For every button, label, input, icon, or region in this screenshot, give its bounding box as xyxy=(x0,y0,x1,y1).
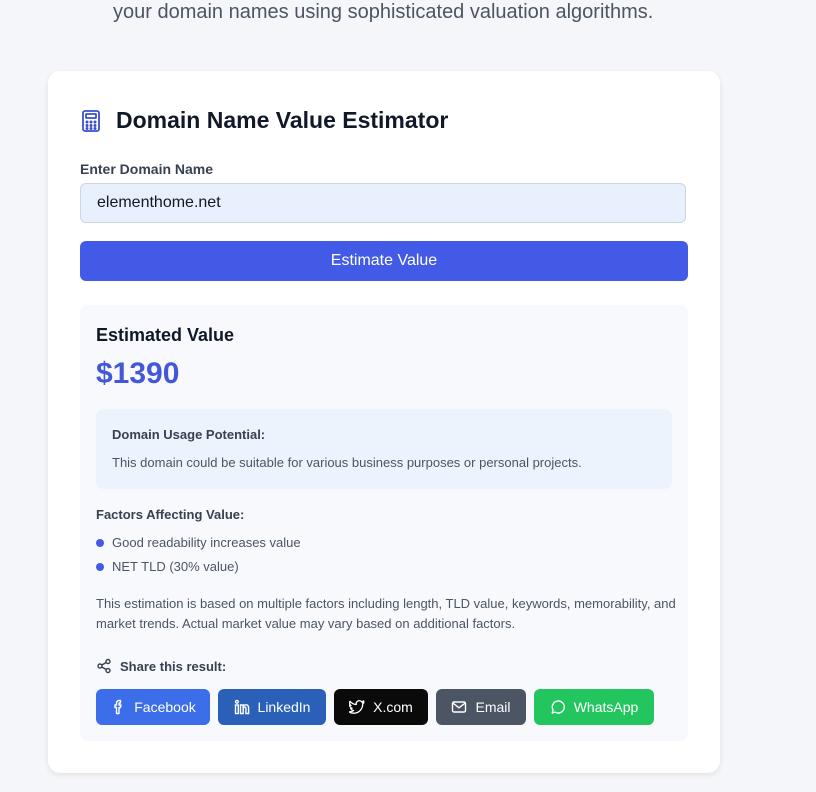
page-title: Domain Name Value Estimator xyxy=(116,107,449,133)
facebook-icon xyxy=(110,699,126,715)
twitter-icon xyxy=(349,699,365,715)
list-item: Good readability increases value xyxy=(96,535,301,550)
share-x-label: X.com xyxy=(373,699,413,715)
estimator-card: Domain Name Value Estimator Enter Domain… xyxy=(48,71,720,773)
estimation-note: This estimation is based on multiple fac… xyxy=(96,596,676,631)
share-facebook-button[interactable]: Facebook xyxy=(96,689,210,725)
factor-text: NET TLD (30% value) xyxy=(112,559,239,574)
share-linkedin-button[interactable]: LinkedIn xyxy=(218,689,326,725)
domain-input[interactable] xyxy=(80,183,686,223)
estimate-value-button[interactable]: Estimate Value xyxy=(80,241,688,281)
list-item: NET TLD (30% value) xyxy=(96,559,239,574)
share-email-label: Email xyxy=(475,699,511,715)
result-panel: Estimated Value $1390 Domain Usage Poten… xyxy=(80,305,688,741)
share-icon xyxy=(96,658,112,674)
share-facebook-label: Facebook xyxy=(134,699,196,715)
calculator-icon xyxy=(80,109,102,133)
bullet-dot xyxy=(96,538,104,547)
intro-text: your domain names using sophisticated va… xyxy=(113,1,654,23)
usage-title: Domain Usage Potential: xyxy=(112,427,266,442)
share-label: Share this result: xyxy=(120,658,227,674)
usage-potential-box: Domain Usage Potential: This domain coul… xyxy=(96,409,672,489)
estimated-value: $1390 xyxy=(96,357,180,390)
share-email-button[interactable]: Email xyxy=(436,689,526,725)
share-buttons: Facebook LinkedIn X.com Email WhatsApp xyxy=(96,689,662,725)
bullet-dot xyxy=(96,562,104,571)
mail-icon xyxy=(451,699,467,715)
share-x-button[interactable]: X.com xyxy=(334,689,428,725)
domain-label: Enter Domain Name xyxy=(80,161,214,177)
linkedin-icon xyxy=(234,699,250,715)
factor-text: Good readability increases value xyxy=(112,535,301,550)
share-linkedin-label: LinkedIn xyxy=(257,699,311,715)
card-header: Domain Name Value Estimator xyxy=(80,107,448,134)
usage-text: This domain could be suitable for variou… xyxy=(112,455,582,470)
share-whatsapp-button[interactable]: WhatsApp xyxy=(534,689,654,725)
whatsapp-icon xyxy=(550,699,566,715)
result-heading: Estimated Value xyxy=(96,325,235,345)
share-whatsapp-label: WhatsApp xyxy=(573,699,639,715)
factors-title: Factors Affecting Value: xyxy=(96,507,245,522)
share-header: Share this result: xyxy=(96,658,226,674)
